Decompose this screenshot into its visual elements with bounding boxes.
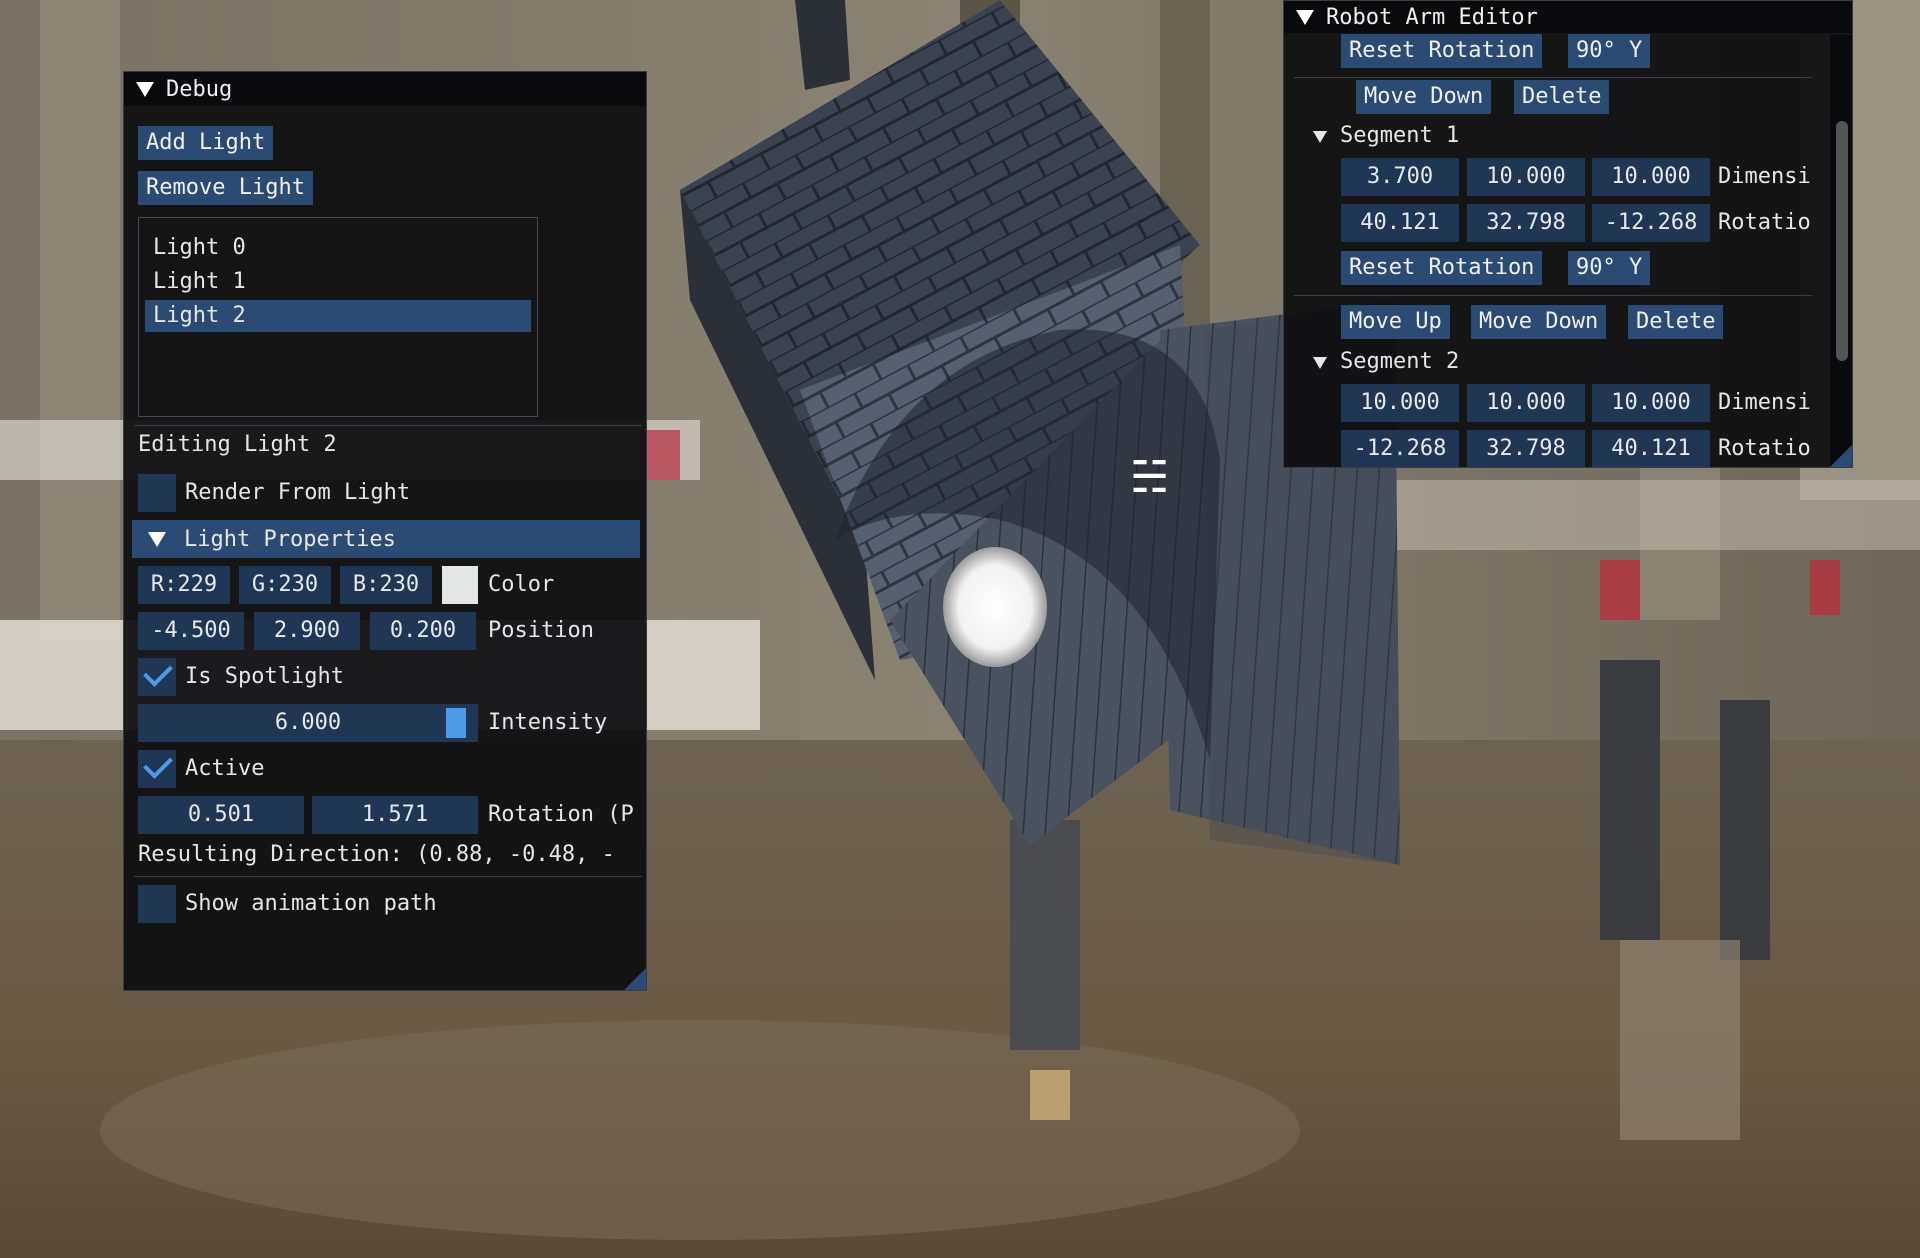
robot-arm-title: Robot Arm Editor bbox=[1326, 4, 1538, 30]
robot-arm-title-bar[interactable]: Robot Arm Editor bbox=[1284, 1, 1852, 33]
show-animation-path-checkbox[interactable] bbox=[138, 885, 176, 923]
list-item[interactable]: Light 1 bbox=[145, 266, 531, 298]
debug-title-bar[interactable]: Debug bbox=[124, 72, 646, 106]
resize-grip[interactable] bbox=[624, 968, 646, 990]
svg-text:☵: ☵ bbox=[1130, 452, 1169, 503]
segment-2-rot-x[interactable]: -12.268 bbox=[1341, 430, 1459, 467]
segment-2-dim-z[interactable]: 10.000 bbox=[1592, 384, 1710, 422]
segment-1-label[interactable]: Segment 1 bbox=[1340, 123, 1459, 148]
segment-1-dim-z[interactable]: 10.000 bbox=[1592, 158, 1710, 196]
segment-1-reset-rotation-button[interactable]: Reset Rotation bbox=[1341, 251, 1543, 285]
segment-2-rot-z[interactable]: 40.121 bbox=[1592, 430, 1710, 467]
collapse-triangle-icon bbox=[148, 531, 166, 547]
segment-2-dims-label: Dimensi bbox=[1718, 390, 1811, 415]
color-r-field[interactable]: R:229 bbox=[138, 566, 230, 604]
slider-grab[interactable] bbox=[446, 708, 466, 738]
light-properties-label: Light Properties bbox=[184, 526, 396, 552]
intensity-slider[interactable]: 6.000 bbox=[138, 704, 478, 742]
segment-1-rot-x[interactable]: 40.121 bbox=[1341, 204, 1459, 242]
color-g-field[interactable]: G:230 bbox=[239, 566, 331, 604]
delete-button[interactable]: Delete bbox=[1514, 80, 1610, 114]
segment-2-dim-x[interactable]: 10.000 bbox=[1341, 384, 1459, 422]
position-y-field[interactable]: 2.900 bbox=[254, 612, 360, 650]
separator bbox=[134, 425, 642, 426]
separator bbox=[1294, 295, 1812, 296]
collapse-triangle-icon[interactable] bbox=[1296, 9, 1314, 25]
render-from-light-label: Render From Light bbox=[185, 480, 411, 505]
rotate-90-y-button[interactable]: 90° Y bbox=[1568, 34, 1651, 68]
segment-1-move-up-button[interactable]: Move Up bbox=[1341, 305, 1450, 339]
resulting-direction-text: Resulting Direction: (0.88, -0.48, - bbox=[138, 842, 615, 867]
segment-2-rot-y[interactable]: 32.798 bbox=[1467, 430, 1585, 467]
remove-light-button[interactable]: Remove Light bbox=[138, 171, 313, 205]
position-x-field[interactable]: -4.500 bbox=[138, 612, 244, 650]
list-item-selected[interactable]: Light 2 bbox=[145, 300, 531, 332]
collapse-triangle-icon[interactable] bbox=[136, 81, 154, 97]
scrollbar-thumb[interactable] bbox=[1836, 121, 1848, 361]
separator bbox=[1294, 77, 1812, 78]
active-label: Active bbox=[185, 756, 265, 781]
is-spotlight-checkbox[interactable] bbox=[138, 657, 176, 696]
scrollbar[interactable] bbox=[1830, 35, 1852, 467]
segment-1-rot-y[interactable]: 32.798 bbox=[1467, 204, 1585, 242]
rotation-pitch-field[interactable]: 0.501 bbox=[138, 796, 304, 834]
debug-window[interactable]: Debug Add Light Remove Light Light 0 Lig… bbox=[123, 71, 647, 991]
light-list[interactable]: Light 0 Light 1 Light 2 bbox=[138, 217, 538, 417]
editing-light-label: Editing Light 2 bbox=[138, 432, 337, 457]
segment-1-rot-z[interactable]: -12.268 bbox=[1592, 204, 1710, 242]
segment-2-label[interactable]: Segment 2 bbox=[1340, 349, 1459, 374]
intensity-label: Intensity bbox=[488, 710, 608, 735]
reset-rotation-button[interactable]: Reset Rotation bbox=[1341, 34, 1543, 68]
active-checkbox[interactable] bbox=[138, 749, 176, 788]
add-light-button[interactable]: Add Light bbox=[138, 126, 274, 160]
color-label: Color bbox=[488, 572, 555, 597]
segment-1-dims-label: Dimensi bbox=[1718, 164, 1811, 189]
segment-1-dim-y[interactable]: 10.000 bbox=[1467, 158, 1585, 196]
position-z-field[interactable]: 0.200 bbox=[370, 612, 476, 650]
segment-1-rotate-90-y-button[interactable]: 90° Y bbox=[1568, 251, 1651, 285]
checkmark-icon bbox=[143, 749, 173, 779]
is-spotlight-label: Is Spotlight bbox=[185, 664, 344, 689]
move-down-button[interactable]: Move Down bbox=[1356, 80, 1492, 114]
render-from-light-checkbox[interactable] bbox=[138, 474, 176, 512]
segment-1-toggle-icon[interactable] bbox=[1313, 131, 1327, 143]
separator bbox=[134, 876, 642, 877]
segment-2-rot-label: Rotatio bbox=[1718, 436, 1811, 461]
intensity-value: 6.000 bbox=[274, 710, 342, 735]
robot-arm-editor-window[interactable]: Robot Arm Editor Reset Rotation 90° Y Mo… bbox=[1283, 0, 1853, 468]
segment-1-delete-button[interactable]: Delete bbox=[1628, 305, 1724, 339]
color-swatch[interactable] bbox=[442, 566, 478, 604]
segment-1-rot-label: Rotatio bbox=[1718, 210, 1811, 235]
light-properties-header[interactable]: Light Properties bbox=[132, 520, 640, 558]
rotation-label: Rotation (P bbox=[488, 802, 634, 827]
resize-grip[interactable] bbox=[1830, 445, 1852, 467]
segment-1-move-down-button[interactable]: Move Down bbox=[1471, 305, 1607, 339]
position-label: Position bbox=[488, 618, 594, 643]
segment-1-dim-x[interactable]: 3.700 bbox=[1341, 158, 1459, 196]
debug-title: Debug bbox=[166, 76, 233, 102]
rotation-yaw-field[interactable]: 1.571 bbox=[312, 796, 478, 834]
show-animation-path-label: Show animation path bbox=[185, 891, 437, 916]
segment-2-toggle-icon[interactable] bbox=[1313, 357, 1327, 369]
color-b-field[interactable]: B:230 bbox=[340, 566, 432, 604]
list-item[interactable]: Light 0 bbox=[145, 232, 531, 264]
checkmark-icon bbox=[143, 657, 173, 687]
segment-2-dim-y[interactable]: 10.000 bbox=[1467, 384, 1585, 422]
